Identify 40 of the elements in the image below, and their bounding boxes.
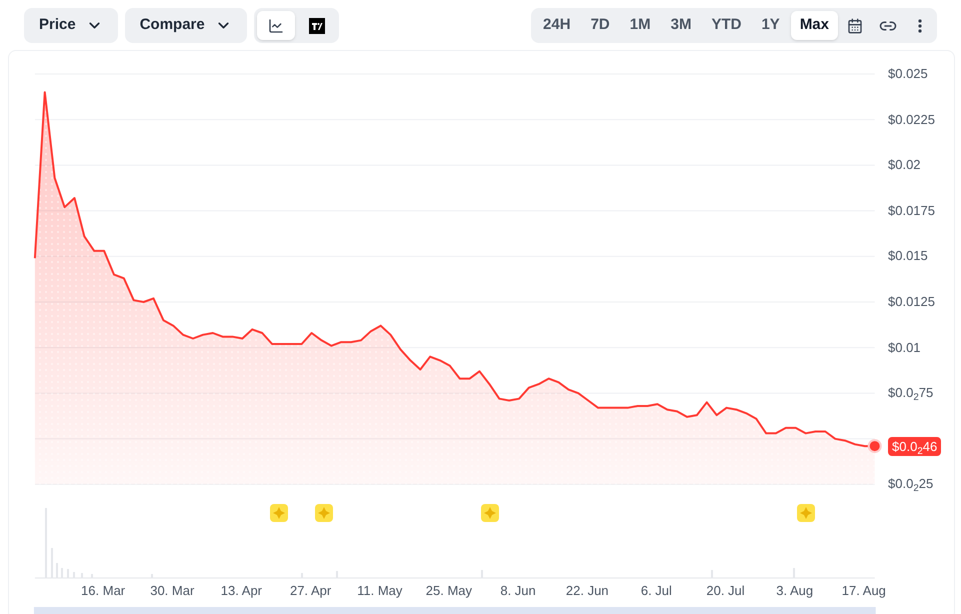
current-price-dot [868,439,882,454]
y-axis-label: $0.01 [888,340,921,354]
range-tab[interactable]: 1M [620,11,660,40]
event-marker-icon[interactable] [481,504,499,522]
y-axis-label: $0.0$_{2}$25 [888,477,934,490]
x-axis-label: 8. Jun [500,584,536,597]
line-chart-icon [268,18,284,34]
event-marker-icon[interactable] [270,504,288,522]
x-axis-label: 16. Mar [81,584,126,597]
x-axis-label: 22. Jun [566,584,609,597]
x-axis-label: 13. Apr [220,584,262,597]
range-tab[interactable]: Max [790,11,838,40]
calendar-icon [847,18,863,34]
event-marker-icon[interactable] [797,504,815,522]
x-axis-label: 6. Jul [640,584,672,597]
event-marker-icon[interactable] [315,504,333,522]
x-axis-label: 27. Apr [290,584,332,597]
range-tab[interactable]: YTD [702,11,750,40]
x-axis-label: 30. Mar [150,584,194,597]
y-axis-label: $0.0175 [888,204,935,217]
y-axis-label: $0.015 [888,249,928,262]
x-axis-label: 11. May [357,584,402,597]
y-axis-label: $0.0125 [888,295,935,308]
x-axis-label: 20. Jul [706,584,745,597]
y-axis-label: $0.025 [888,67,928,80]
more-icon [918,18,922,32]
x-axis-label: 25. May [426,584,472,597]
dropdown-button[interactable]: Price [24,8,118,43]
current-price-badge: $0.0$_{2}$46 [888,437,942,456]
dropdown-button[interactable]: Compare [124,8,247,43]
range-tab[interactable]: 3M [662,11,700,40]
y-axis-label: $0.02 [888,158,921,172]
x-axis-label: 3. Aug [776,584,814,597]
range-tab[interactable]: 24H [534,11,580,40]
range-tab[interactable]: 1Y [752,11,789,40]
x-axis-label: 17. Aug [842,584,886,597]
y-axis-label: $0.0$_{2}$75 [888,386,934,400]
range-tab[interactable]: 7D [582,11,619,40]
chart-type-tab[interactable] [256,11,295,40]
y-axis-label: $0.0225 [888,112,935,126]
